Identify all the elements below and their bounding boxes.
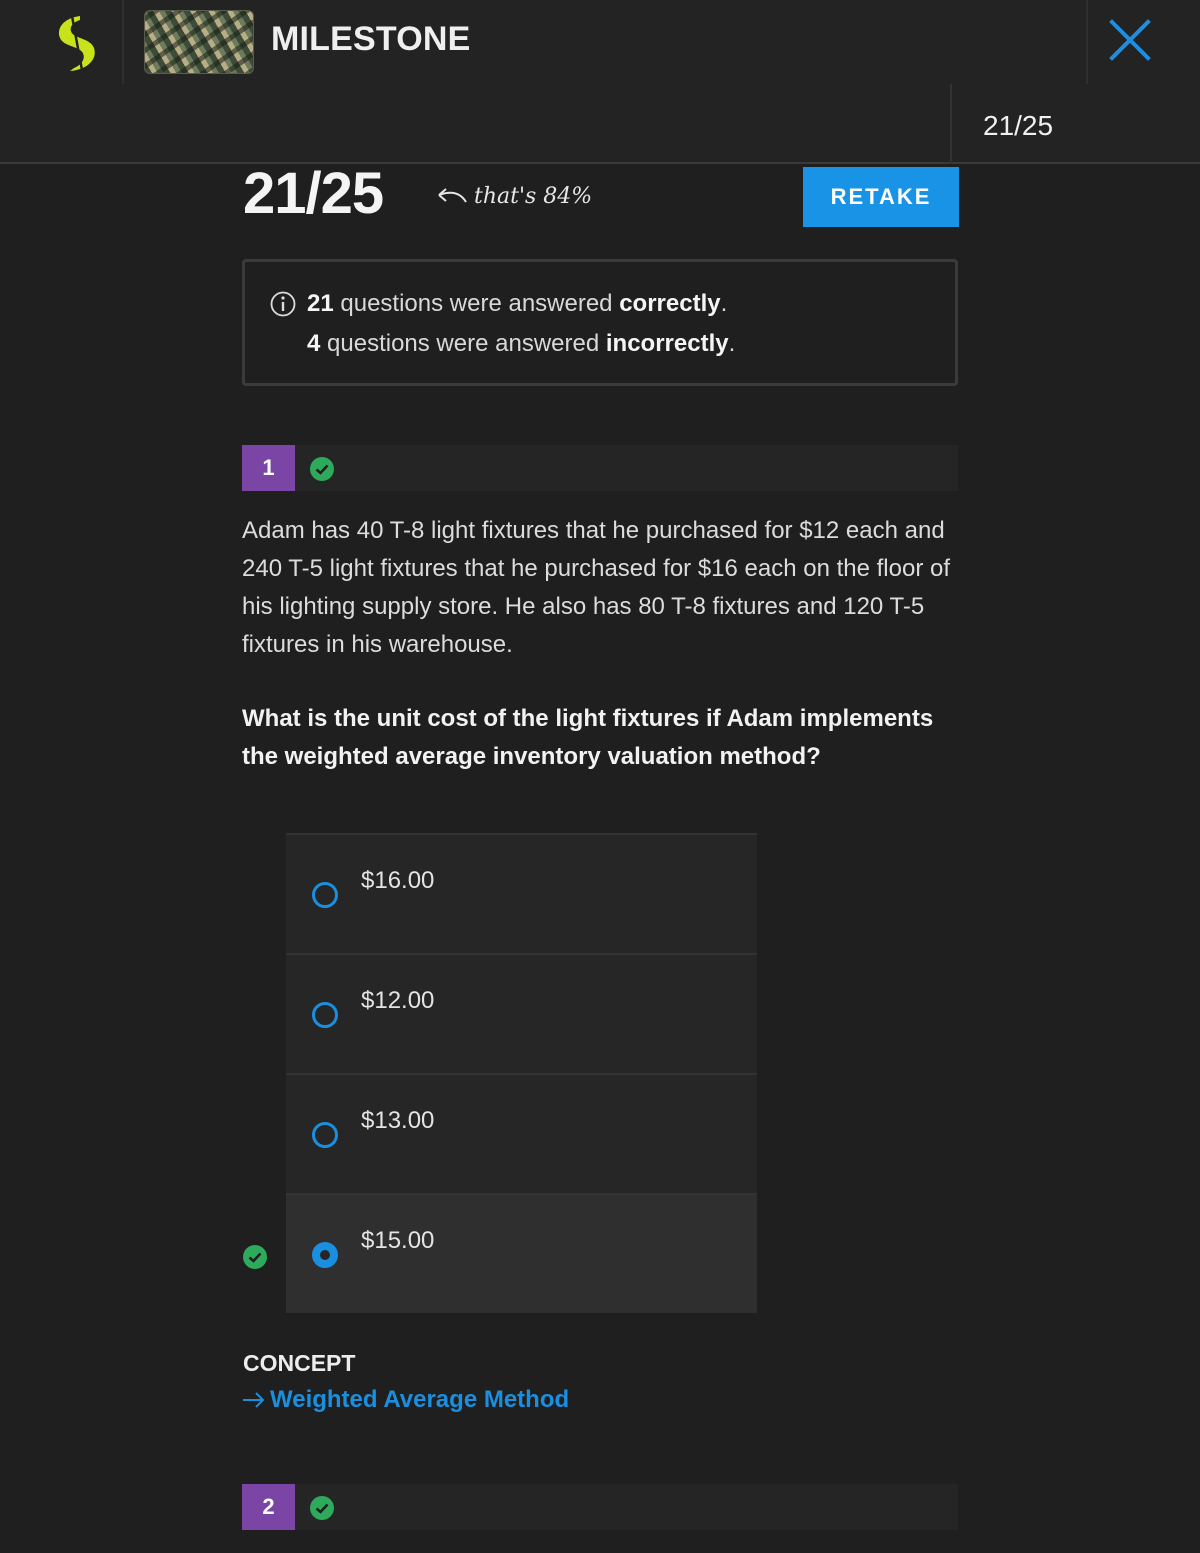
summary-text: questions were answered [333, 290, 620, 317]
answer-choice[interactable]: $13.00 [286, 1073, 757, 1193]
sophia-logo-icon[interactable] [50, 14, 102, 72]
results-summary: 21 questions were answered correctly. 4 … [242, 259, 958, 386]
score: 21/25 [243, 161, 384, 226]
course-thumbnail [144, 10, 254, 74]
header-divider [1086, 0, 1088, 84]
concept-link[interactable]: Weighted Average Method [242, 1386, 569, 1414]
question-prompt: What is the unit cost of the light fixtu… [242, 705, 934, 770]
radio-button[interactable] [312, 1002, 338, 1028]
check-circle-icon [310, 457, 334, 481]
answer-choice[interactable]: $12.00 [286, 953, 757, 1073]
header-divider [122, 0, 124, 84]
choice-label: $15.00 [361, 1227, 435, 1254]
arrow-right-icon [243, 1392, 265, 1408]
summary-text: questions were answered [320, 330, 606, 357]
summary-period: . [720, 290, 728, 317]
close-icon[interactable] [1106, 16, 1154, 64]
incorrect-word: incorrectly [605, 330, 729, 357]
radio-button[interactable] [312, 1122, 338, 1148]
answer-choice-selected[interactable]: $15.00 [243, 1193, 757, 1313]
info-icon [270, 291, 296, 317]
retake-button[interactable]: RETAKE [803, 167, 959, 227]
progress-divider [950, 84, 952, 164]
question-number: 2 [242, 1484, 295, 1530]
curved-arrow-left-icon [438, 187, 467, 203]
score-note: that's 84% [434, 184, 592, 209]
check-circle-icon [310, 1496, 334, 1520]
summary-incorrect: 4 questions were answered incorrectly. [307, 330, 735, 358]
concept-link-label: Weighted Average Method [270, 1386, 570, 1413]
correct-count: 21 [307, 290, 334, 317]
top-header: MILESTONE [0, 0, 1200, 84]
score-percent-note: that's 84% [474, 184, 593, 209]
question-header[interactable]: 1 [242, 445, 958, 491]
choice-label: $12.00 [361, 987, 435, 1014]
incorrect-count: 4 [307, 330, 321, 357]
radio-button[interactable] [312, 882, 338, 908]
radio-button-selected[interactable] [312, 1242, 338, 1268]
question-header[interactable]: 2 [242, 1484, 958, 1530]
check-circle-icon [243, 1245, 267, 1269]
page-title: MILESTONE [271, 20, 471, 58]
choice-label: $16.00 [361, 867, 435, 894]
answer-choices: $16.00 $12.00 $13.00 $15.00 [243, 833, 757, 1313]
question-text: Adam has 40 T-8 light fixtures that he p… [242, 517, 951, 658]
summary-period: . [728, 330, 736, 357]
concept-heading: CONCEPT [243, 1350, 356, 1376]
choice-label: $13.00 [361, 1107, 435, 1134]
correct-word: correctly [619, 290, 721, 317]
answer-choice[interactable]: $16.00 [286, 833, 757, 953]
summary-correct: 21 questions were answered correctly. [307, 290, 727, 318]
question-number: 1 [242, 445, 295, 491]
progress-count: 21/25 [983, 110, 1054, 141]
